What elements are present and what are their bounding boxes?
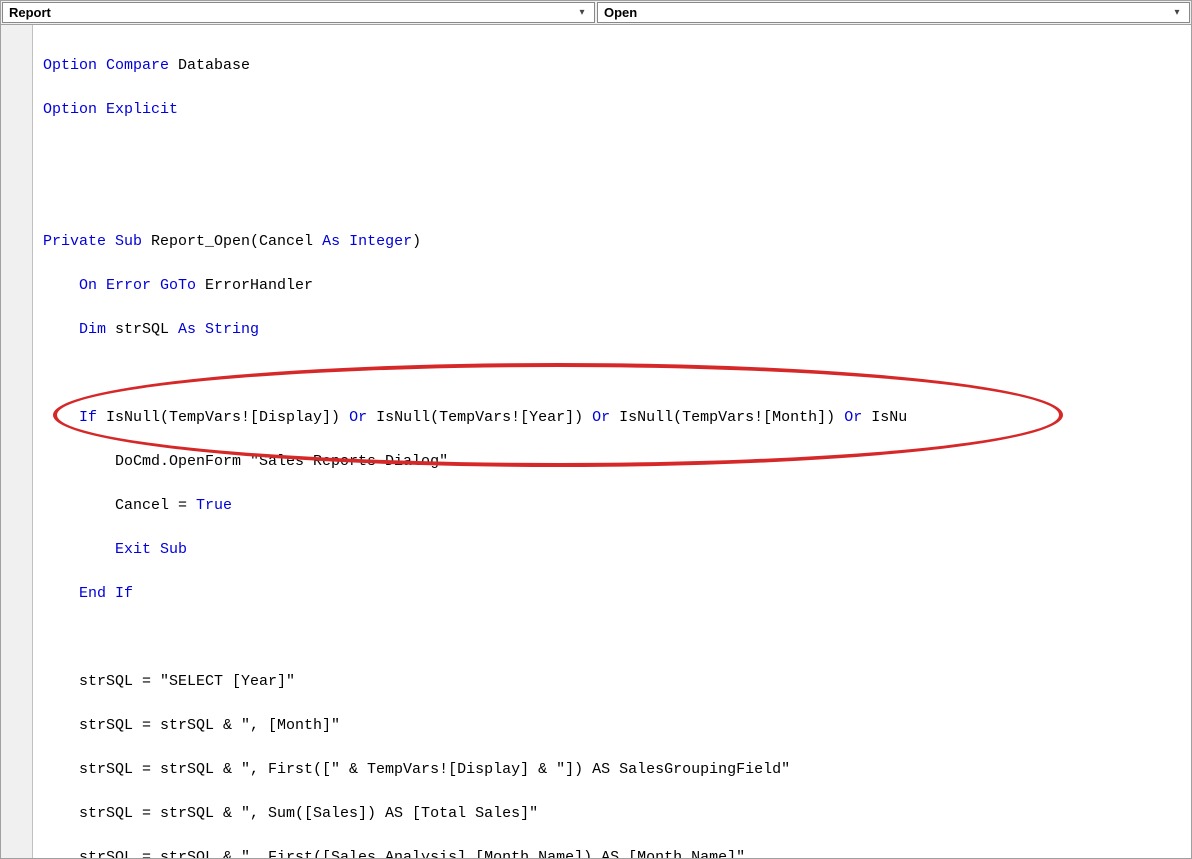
code-token: Cancel = xyxy=(43,497,196,514)
code-token: strSQL = strSQL & ", [Month]" xyxy=(43,717,340,734)
code-token: strSQL = strSQL & ", First([Sales Analys… xyxy=(43,849,745,858)
code-token: As String xyxy=(178,321,259,338)
code-token: Report_Open(Cancel xyxy=(142,233,322,250)
code-token: Or xyxy=(844,409,862,426)
code-editor[interactable]: Option Compare Database Option Explicit … xyxy=(33,25,1191,858)
code-token: Dim xyxy=(43,321,106,338)
code-token: strSQL = strSQL & ", First([" & TempVars… xyxy=(43,761,790,778)
toolbar: Report ▾ Open ▾ xyxy=(1,1,1191,25)
code-token: strSQL xyxy=(106,321,178,338)
vba-editor-window: Report ▾ Open ▾ Option Compare Database … xyxy=(0,0,1192,859)
code-token: True xyxy=(196,497,232,514)
code-token: strSQL = strSQL & ", Sum([Sales]) AS [To… xyxy=(43,805,538,822)
code-token: If xyxy=(43,409,97,426)
code-token: On Error GoTo xyxy=(43,277,196,294)
code-token: Private Sub xyxy=(43,233,142,250)
procedure-selector-dropdown[interactable]: Open ▾ xyxy=(597,2,1190,23)
code-token: IsNu xyxy=(862,409,907,426)
code-token: IsNull(TempVars![Year]) xyxy=(367,409,592,426)
object-selector-dropdown[interactable]: Report ▾ xyxy=(2,2,595,23)
code-token: ) xyxy=(412,233,421,250)
code-token: IsNull(TempVars![Display]) xyxy=(97,409,349,426)
code-token: Or xyxy=(349,409,367,426)
code-token: As Integer xyxy=(322,233,412,250)
chevron-down-icon: ▾ xyxy=(574,7,590,18)
code-token: DoCmd.OpenForm "Sales Reports Dialog" xyxy=(43,453,448,470)
code-token: Option Compare xyxy=(43,57,169,74)
code-token: Or xyxy=(592,409,610,426)
code-token: Database xyxy=(169,57,250,74)
code-token: ErrorHandler xyxy=(196,277,313,294)
code-token: End If xyxy=(43,585,133,602)
object-selector-value: Report xyxy=(9,5,574,20)
editor-body: Option Compare Database Option Explicit … xyxy=(1,25,1191,858)
code-token: Exit Sub xyxy=(43,541,187,558)
procedure-selector-value: Open xyxy=(604,5,1169,20)
code-token: IsNull(TempVars![Month]) xyxy=(610,409,844,426)
code-token: strSQL = "SELECT [Year]" xyxy=(43,673,295,690)
chevron-down-icon: ▾ xyxy=(1169,7,1185,18)
margin-gutter[interactable] xyxy=(1,25,33,858)
code-token: Option Explicit xyxy=(43,101,178,118)
